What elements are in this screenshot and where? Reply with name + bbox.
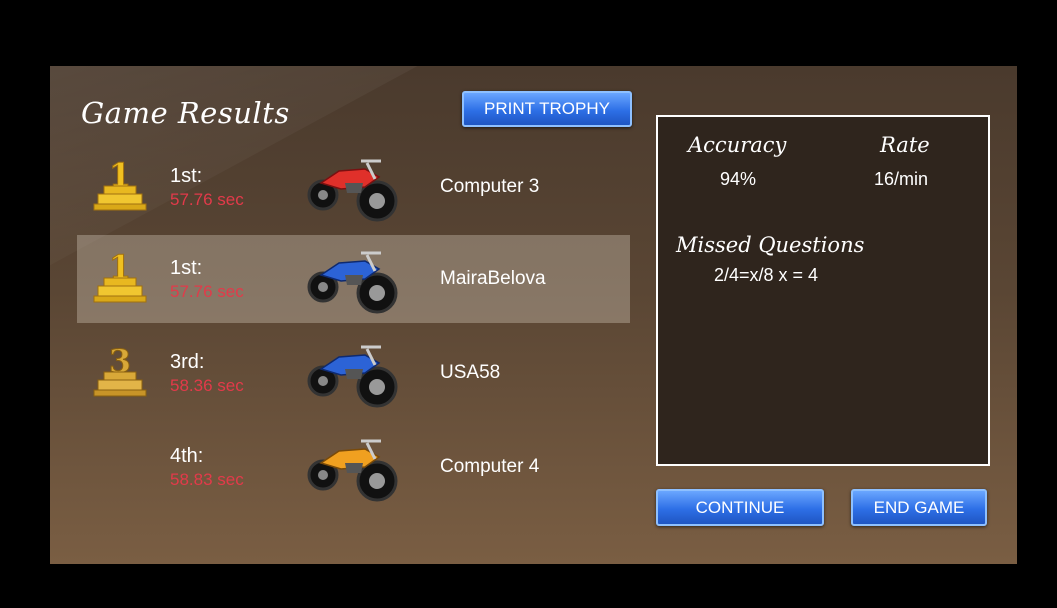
rate-label: Rate bbox=[880, 133, 930, 157]
result-place: 1st: bbox=[170, 257, 203, 279]
motorbike-red-icon bbox=[307, 159, 398, 222]
results-screen: Game Results PRINT TROPHY 1 1st: 57.76 s… bbox=[50, 66, 1017, 564]
result-row-4: 4th: 58.83 sec Computer 4 bbox=[77, 423, 630, 511]
result-time: 57.76 sec bbox=[170, 190, 244, 209]
missed-questions-label: Missed Questions bbox=[676, 233, 865, 257]
player-name: Computer 4 bbox=[440, 456, 540, 477]
accuracy-label: Accuracy bbox=[688, 133, 787, 157]
result-row-3: 3 3rd: 58.36 sec USA58 bbox=[77, 329, 630, 417]
trophy-first-icon: 1 bbox=[93, 248, 147, 303]
continue-button[interactable]: CONTINUE bbox=[656, 489, 824, 526]
motorbike-blue-icon bbox=[307, 345, 398, 408]
trophy-third-icon: 3 bbox=[93, 342, 147, 397]
stats-panel: Accuracy 94% Rate 16/min Missed Question… bbox=[656, 115, 990, 466]
result-place: 1st: bbox=[170, 165, 203, 187]
missed-question-item: 2/4=x/8 x = 4 bbox=[714, 265, 819, 285]
trophy-first-icon: 1 bbox=[93, 156, 147, 211]
result-row-2: 1 1st: 57.76 sec MairaBelova bbox=[77, 235, 630, 323]
result-place: 3rd: bbox=[170, 351, 205, 373]
page-title: Game Results bbox=[81, 96, 290, 130]
result-time: 58.36 sec bbox=[170, 376, 244, 395]
accuracy-value: 94% bbox=[720, 169, 757, 189]
result-time: 58.83 sec bbox=[170, 470, 244, 489]
player-name: Computer 3 bbox=[440, 176, 540, 197]
result-place: 4th: bbox=[170, 445, 204, 467]
rate-value: 16/min bbox=[874, 169, 929, 189]
result-row-1: 1 1st: 57.76 sec Computer 3 bbox=[77, 143, 630, 231]
end-game-button[interactable]: END GAME bbox=[851, 489, 987, 526]
print-trophy-button[interactable]: PRINT TROPHY bbox=[462, 91, 632, 127]
motorbike-blue-icon bbox=[307, 251, 398, 314]
motorbike-orange-icon bbox=[307, 439, 398, 502]
result-time: 57.76 sec bbox=[170, 282, 244, 301]
player-name: USA58 bbox=[440, 362, 501, 383]
player-name: MairaBelova bbox=[440, 268, 546, 289]
